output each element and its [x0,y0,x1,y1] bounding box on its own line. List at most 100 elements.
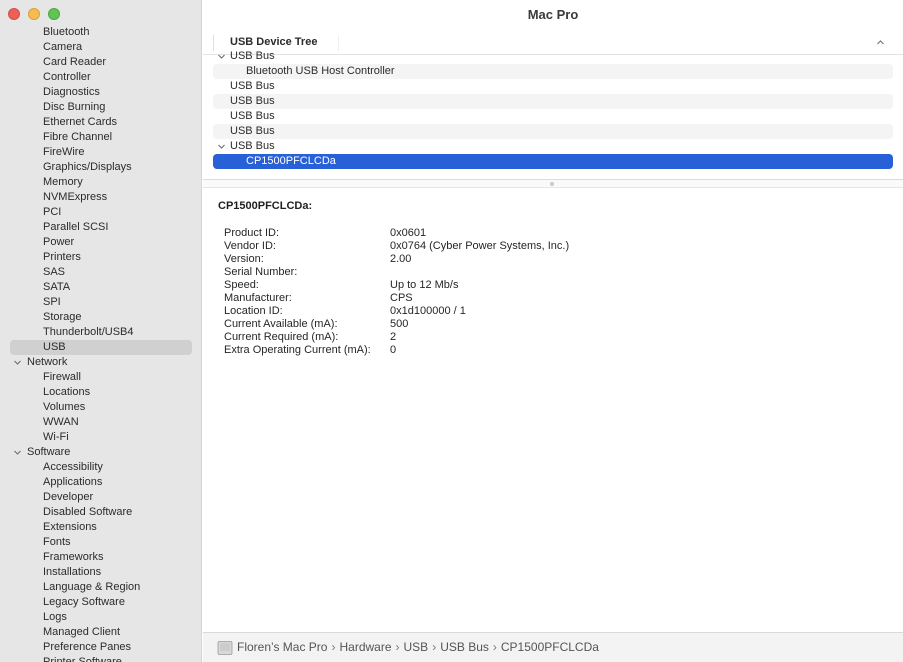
tree-row[interactable]: USB Bus [213,49,893,64]
sidebar-item-label: Installations [43,566,102,578]
sidebar-item[interactable]: Card Reader [0,55,201,70]
sidebar-item[interactable]: Applications [0,475,201,490]
sidebar-item[interactable]: Printer Software [0,655,201,662]
sidebar-item[interactable]: Developer [0,490,201,505]
tree-row[interactable]: CP1500PFCLCDa [213,154,893,169]
breadcrumb-separator: › [331,640,336,654]
breadcrumb-separator: › [492,640,497,654]
divider-handle[interactable] [550,182,554,186]
sidebar-item-label: Legacy Software [43,596,125,608]
breadcrumb-item[interactable]: USB Bus [440,640,489,654]
sidebar-item-label: Controller [43,71,91,83]
sidebar-item[interactable]: Disc Burning [0,100,201,115]
main-pane: Mac Pro USB Device Tree USB Bus Bluetooth… [203,0,903,662]
sidebar-item-label: USB [43,341,66,353]
split-view-divider[interactable] [203,179,903,188]
sidebar-item[interactable]: Managed Client [0,625,201,640]
breadcrumb-item[interactable]: USB [404,640,429,654]
tree-row-label: USB Bus [230,95,275,107]
sidebar-item-label: Network [27,356,68,368]
close-window-button[interactable] [8,8,20,20]
sidebar-item[interactable]: Language & Region [0,580,201,595]
sidebar-item[interactable]: Installations [0,565,201,580]
sidebar-item[interactable]: Ethernet Cards [0,115,201,130]
sidebar-item-label: Applications [43,476,103,488]
sidebar-item[interactable]: Legacy Software [0,595,201,610]
property-key: Current Available (mA): [224,318,338,330]
sidebar-item[interactable]: Wi-Fi [0,430,201,445]
tree-row-label: CP1500PFCLCDa [246,155,336,167]
sidebar-item[interactable]: Bluetooth [0,25,201,40]
sidebar-item[interactable]: Printers [0,250,201,265]
property-key: Location ID: [224,305,283,317]
tree-row[interactable]: USB Bus [213,79,893,94]
sidebar-item-label: Diagnostics [43,86,100,98]
sidebar-item-label: Language & Region [43,581,141,593]
sidebar-item[interactable]: Firewall [0,370,201,385]
disclosure-chevron-icon[interactable] [14,449,21,456]
property-value: CPS [390,292,413,304]
sidebar-item-label: NVMExpress [43,191,108,203]
tree-row[interactable]: USB Bus [213,124,893,139]
sidebar-item[interactable]: Storage [0,310,201,325]
sidebar-item[interactable]: SAS [0,265,201,280]
disclosure-chevron-icon[interactable] [14,359,21,366]
sidebar-item[interactable]: Controller [0,70,201,85]
sidebar-item[interactable]: Disabled Software [0,505,201,520]
sidebar-item-label: Firewall [43,371,81,383]
disclosure-chevron-icon[interactable] [218,53,225,60]
sidebar-item[interactable]: Logs [0,610,201,625]
tree-row[interactable]: USB Bus [213,94,893,109]
tree-row[interactable]: USB Bus [213,139,893,154]
sidebar-item-label: Volumes [43,401,86,413]
sidebar-item-label: Accessibility [43,461,103,473]
sidebar-item[interactable]: Volumes [0,400,201,415]
property-value: 2.00 [390,253,412,265]
sidebar-item[interactable]: NVMExpress [0,190,201,205]
sidebar-item[interactable]: Parallel SCSI [0,220,201,235]
sidebar-item[interactable]: SATA [0,280,201,295]
breadcrumb-separator: › [432,640,437,654]
sidebar-group[interactable]: Network [0,355,201,370]
sidebar-item[interactable]: Diagnostics [0,85,201,100]
breadcrumb-item[interactable]: Hardware [339,640,391,654]
sidebar: Bluetooth Camera Card Reader Controller Diag… [0,0,202,662]
tree-row[interactable]: Bluetooth USB Host Controller [213,64,893,79]
sidebar-item-label: Locations [43,386,91,398]
breadcrumb-item[interactable]: CP1500PFCLCDa [501,640,599,654]
breadcrumb: Floren’s Mac Pro › Hardware › USB › USB Bus › CP… [237,640,599,654]
tree-row[interactable]: USB Bus [213,109,893,124]
sidebar-item[interactable]: Fonts [0,535,201,550]
sidebar-item[interactable]: Accessibility [0,460,201,475]
tree-row-label: USB Bus [230,50,275,62]
property-value: Up to 12 Mb/s [390,279,459,291]
sidebar-item-label: Software [27,446,71,458]
sidebar-item[interactable]: Extensions [0,520,201,535]
sidebar-item[interactable]: Locations [0,385,201,400]
breadcrumb-item[interactable]: Floren’s Mac Pro [237,640,327,654]
disclosure-chevron-icon[interactable] [218,143,225,150]
minimize-window-button[interactable] [28,8,40,20]
sidebar-item[interactable]: Preference Panes [0,640,201,655]
property-key: Serial Number: [224,266,298,278]
sidebar-item[interactable]: WWAN [0,415,201,430]
sidebar-item[interactable]: SPI [0,295,201,310]
sidebar-item[interactable]: Power [0,235,201,250]
sidebar-item-label: Disabled Software [43,506,133,518]
sidebar-list: Bluetooth Camera Card Reader Controller Diag… [0,25,201,662]
sidebar-item-label: Logs [43,611,67,623]
sidebar-item[interactable]: PCI [0,205,201,220]
sidebar-item[interactable]: Fibre Channel [0,130,201,145]
sidebar-group[interactable]: Software [0,445,201,460]
zoom-window-button[interactable] [48,8,60,20]
sort-ascending-chevron-icon[interactable] [876,38,885,47]
sidebar-item[interactable]: Frameworks [0,550,201,565]
property-key: Manufacturer: [224,292,292,304]
sidebar-item[interactable]: FireWire [0,145,201,160]
property-value: 0 [390,344,397,356]
sidebar-item[interactable]: Camera [0,40,201,55]
sidebar-item[interactable]: Memory [0,175,201,190]
sidebar-item[interactable]: Graphics/Displays [0,160,201,175]
sidebar-item[interactable]: Thunderbolt/USB4 [0,325,201,340]
sidebar-item[interactable]: USB [0,340,201,355]
